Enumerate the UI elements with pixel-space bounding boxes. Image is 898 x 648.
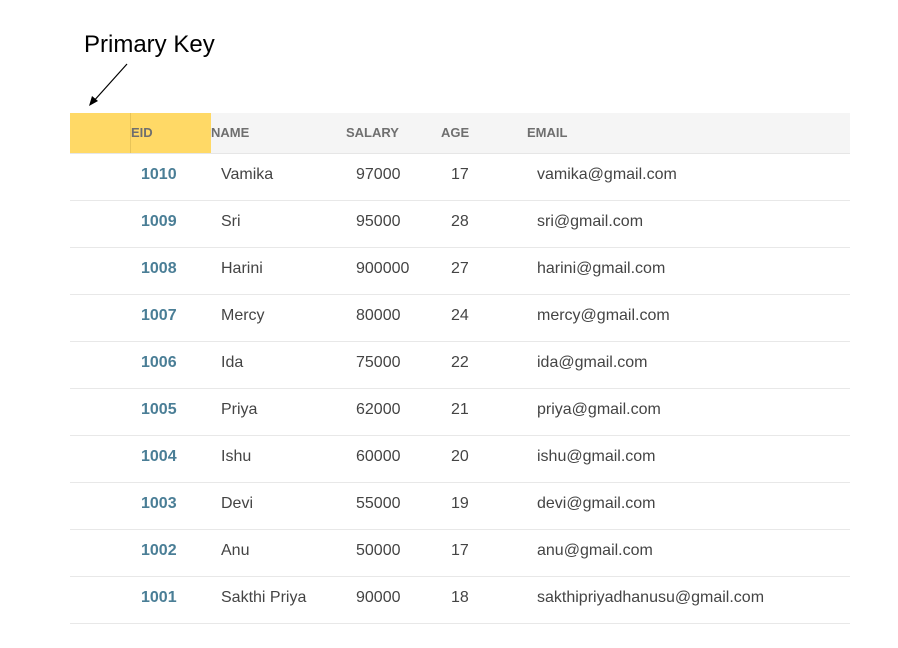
email-cell: priya@gmail.com <box>537 401 661 418</box>
salary-cell: 75000 <box>356 354 401 371</box>
email-cell: anu@gmail.com <box>537 542 653 559</box>
email-cell: sri@gmail.com <box>537 213 644 230</box>
age-cell: 22 <box>451 354 469 371</box>
table-row[interactable]: 1007 Mercy 80000 24 mercy@gmail.com <box>70 295 850 342</box>
email-cell: vamika@gmail.com <box>537 166 677 183</box>
table-header-row: EID NAME SALARY AGE EMAIL <box>70 113 850 154</box>
email-cell: sakthipriyadhanusu@gmail.com <box>537 589 765 606</box>
salary-cell: 50000 <box>356 542 401 559</box>
name-cell: Sakthi Priya <box>221 589 307 606</box>
email-cell: ida@gmail.com <box>537 354 648 371</box>
age-cell: 28 <box>451 213 469 230</box>
age-cell: 21 <box>451 401 469 418</box>
age-cell: 18 <box>451 589 469 606</box>
name-cell: Priya <box>221 401 258 418</box>
eid-cell: 1002 <box>141 542 177 559</box>
table-row[interactable]: 1002 Anu 50000 17 anu@gmail.com <box>70 530 850 577</box>
salary-cell: 60000 <box>356 448 401 465</box>
name-cell: Vamika <box>221 166 274 183</box>
table-row[interactable]: 1006 Ida 75000 22 ida@gmail.com <box>70 342 850 389</box>
salary-cell: 62000 <box>356 401 401 418</box>
eid-cell: 1009 <box>141 213 177 230</box>
table-row[interactable]: 1008 Harini 900000 27 harini@gmail.com <box>70 248 850 295</box>
eid-cell: 1008 <box>141 260 177 277</box>
eid-cell: 1003 <box>141 495 177 512</box>
salary-cell: 90000 <box>356 589 401 606</box>
age-cell: 27 <box>451 260 469 277</box>
email-cell: harini@gmail.com <box>537 260 666 277</box>
age-cell: 20 <box>451 448 469 465</box>
name-cell: Ishu <box>221 448 252 465</box>
name-cell: Ida <box>221 354 244 371</box>
email-cell: devi@gmail.com <box>537 495 656 512</box>
table-row[interactable]: 1009 Sri 95000 28 sri@gmail.com <box>70 201 850 248</box>
table-row[interactable]: 1001 Sakthi Priya 90000 18 sakthipriyadhanus… <box>70 577 850 624</box>
email-cell: ishu@gmail.com <box>537 448 656 465</box>
table-body: 1010 Vamika 97000 17 vamika@gmail.com 1009 Sri… <box>70 154 850 624</box>
column-header-name[interactable]: NAME <box>211 113 249 153</box>
salary-cell: 900000 <box>356 260 410 277</box>
eid-cell: 1004 <box>141 448 177 465</box>
column-header-age[interactable]: AGE <box>441 113 469 153</box>
column-header-salary[interactable]: SALARY <box>346 113 399 153</box>
eid-cell: 1010 <box>141 166 177 183</box>
age-cell: 17 <box>451 542 469 559</box>
salary-cell: 95000 <box>356 213 401 230</box>
salary-cell: 80000 <box>356 307 401 324</box>
table-row[interactable]: 1003 Devi 55000 19 devi@gmail.com <box>70 483 850 530</box>
employee-table: EID NAME SALARY AGE EMAIL 1010 Vamika 9700… <box>70 113 850 624</box>
name-cell: Mercy <box>221 307 265 324</box>
email-cell: mercy@gmail.com <box>537 307 670 324</box>
eid-cell: 1007 <box>141 307 177 324</box>
salary-cell: 97000 <box>356 166 401 183</box>
eid-cell: 1001 <box>141 589 177 606</box>
column-header-eid[interactable]: EID <box>131 113 153 153</box>
name-cell: Devi <box>221 495 254 512</box>
age-cell: 17 <box>451 166 469 183</box>
column-header-email[interactable]: EMAIL <box>527 113 567 153</box>
name-cell: Sri <box>221 213 241 230</box>
table-row[interactable]: 1010 Vamika 97000 17 vamika@gmail.com <box>70 154 850 201</box>
primary-key-annotation-label: Primary Key <box>84 31 215 58</box>
age-cell: 24 <box>451 307 469 324</box>
primary-key-arrow-icon <box>89 63 128 106</box>
name-cell: Anu <box>221 542 250 559</box>
name-cell: Harini <box>221 260 263 277</box>
salary-cell: 55000 <box>356 495 401 512</box>
age-cell: 19 <box>451 495 469 512</box>
eid-cell: 1006 <box>141 354 177 371</box>
table-row[interactable]: 1004 Ishu 60000 20 ishu@gmail.com <box>70 436 850 483</box>
eid-cell: 1005 <box>141 401 177 418</box>
table-row[interactable]: 1005 Priya 62000 21 priya@gmail.com <box>70 389 850 436</box>
